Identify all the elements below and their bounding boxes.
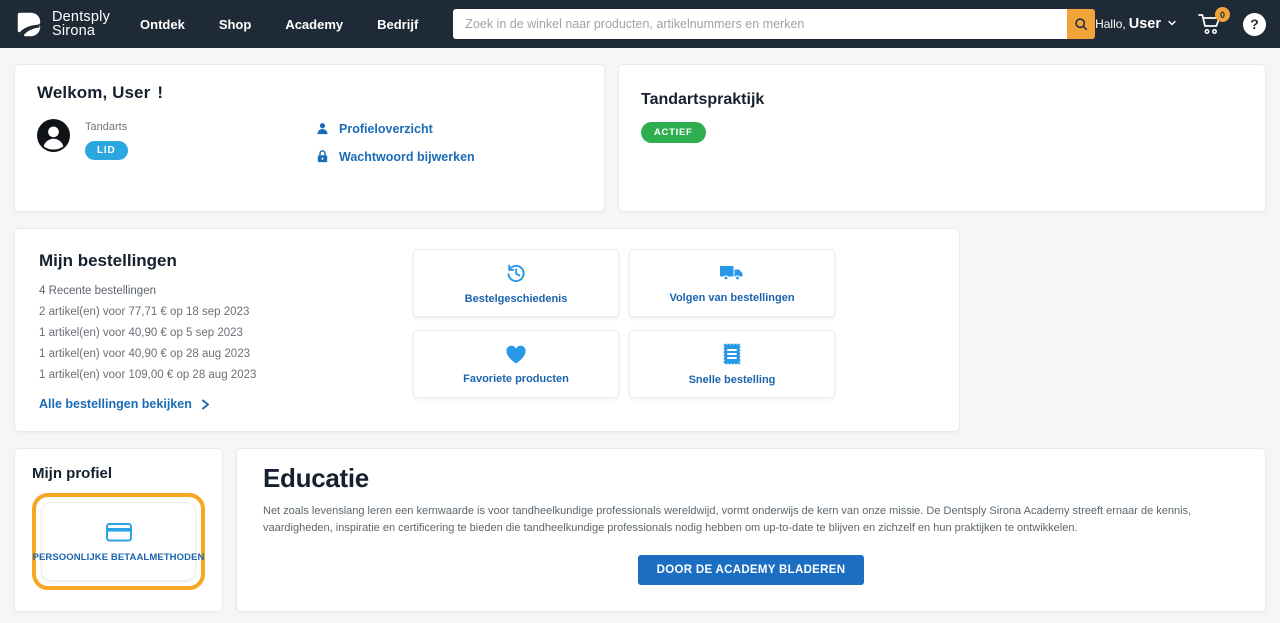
- navbar-right: Hallo, User 0 ?: [1095, 7, 1266, 36]
- search-input[interactable]: [453, 9, 1068, 39]
- chevron-down-icon: [1168, 20, 1176, 26]
- search-bar: [453, 9, 1096, 39]
- update-password-link[interactable]: Wachtwoord bijwerken: [315, 149, 475, 164]
- top-row: Welkom, User! Tandarts LID Profieloverzi…: [14, 64, 1266, 212]
- question-mark-icon: ?: [1250, 16, 1259, 32]
- practice-title: Tandartspraktijk: [641, 91, 765, 108]
- education-description: Net zoals levenslang leren een kernwaard…: [263, 505, 1192, 534]
- welcome-card: Welkom, User! Tandarts LID Profieloverzi…: [14, 64, 605, 212]
- order-shortcuts: Bestelgeschiedenis Volgen van bestelling…: [413, 249, 835, 398]
- person-icon: [317, 123, 328, 135]
- lock-icon: [317, 150, 328, 163]
- highlight-ring: PERSOONLIJKE BETAALMETHODEN: [32, 493, 205, 590]
- truck-icon: [720, 266, 743, 281]
- personal-payment-methods-tile[interactable]: PERSOONLIJKE BETAALMETHODEN: [33, 502, 204, 581]
- chevron-right-icon: [201, 399, 209, 409]
- education-card: Educatie Net zoals levenslang leren een …: [236, 448, 1266, 612]
- profile-card: Mijn profiel PERSOONLIJKE BETAALMETHODEN: [14, 448, 223, 612]
- top-navbar: Dentsply Sirona Ontdek Shop Academy Bedr…: [0, 0, 1280, 48]
- heart-icon: [506, 345, 526, 364]
- membership-badge: LID: [85, 141, 128, 160]
- profile-overview-link[interactable]: Profieloverzicht: [315, 121, 475, 136]
- help-button[interactable]: ?: [1243, 12, 1266, 36]
- favorite-products-tile[interactable]: Favoriete producten: [413, 330, 619, 398]
- avatar: [37, 119, 70, 152]
- status-badge: ACTIEF: [641, 122, 706, 143]
- cart-badge: 0: [1215, 7, 1230, 22]
- main-content: Welkom, User! Tandarts LID Profieloverzi…: [0, 48, 1280, 612]
- practice-card: Tandartspraktijk ACTIEF: [618, 64, 1266, 212]
- quick-order-tile[interactable]: Snelle bestelling: [629, 330, 835, 398]
- account-links: Profieloverzicht Wachtwoord bijwerken: [315, 119, 475, 164]
- search-button[interactable]: [1067, 9, 1096, 39]
- order-tracking-tile[interactable]: Volgen van bestellingen: [629, 249, 835, 317]
- welcome-title: Welkom, User!: [37, 83, 164, 102]
- main-nav: Ontdek Shop Academy Bedrijf: [140, 17, 418, 32]
- user-name: User: [1128, 16, 1161, 32]
- brand-mark-icon: [17, 12, 41, 37]
- quick-order-icon: [723, 343, 741, 365]
- history-icon: [507, 264, 525, 282]
- user-role: Tandarts: [85, 121, 128, 133]
- user-menu[interactable]: Hallo, User: [1095, 16, 1177, 32]
- nav-link-shop[interactable]: Shop: [219, 17, 252, 32]
- cart-button[interactable]: 0: [1197, 7, 1230, 36]
- nav-link-bedrijf[interactable]: Bedrijf: [377, 17, 418, 32]
- user-summary: Tandarts LID: [37, 119, 315, 164]
- user-greeting: Hallo,: [1095, 17, 1126, 31]
- bottom-row: Mijn profiel PERSOONLIJKE BETAALMETHODEN…: [14, 448, 1266, 612]
- browse-academy-button[interactable]: DOOR DE ACADEMY BLADEREN: [637, 555, 865, 585]
- view-all-orders-link[interactable]: Alle bestellingen bekijken: [39, 397, 935, 411]
- order-history-tile[interactable]: Bestelgeschiedenis: [413, 249, 619, 317]
- nav-link-academy[interactable]: Academy: [285, 17, 343, 32]
- orders-card: Mijn bestellingen 4 Recente bestellingen…: [14, 228, 960, 432]
- search-icon: [1075, 18, 1088, 31]
- brand-text: Dentsply Sirona: [52, 9, 111, 39]
- education-title: Educatie: [263, 463, 369, 493]
- nav-link-ontdek[interactable]: Ontdek: [140, 17, 185, 32]
- profile-title: Mijn profiel: [32, 465, 112, 482]
- dentsply-sirona-logo[interactable]: Dentsply Sirona: [14, 9, 110, 39]
- orders-row: Mijn bestellingen 4 Recente bestellingen…: [14, 228, 1266, 432]
- credit-card-icon: [105, 522, 132, 541]
